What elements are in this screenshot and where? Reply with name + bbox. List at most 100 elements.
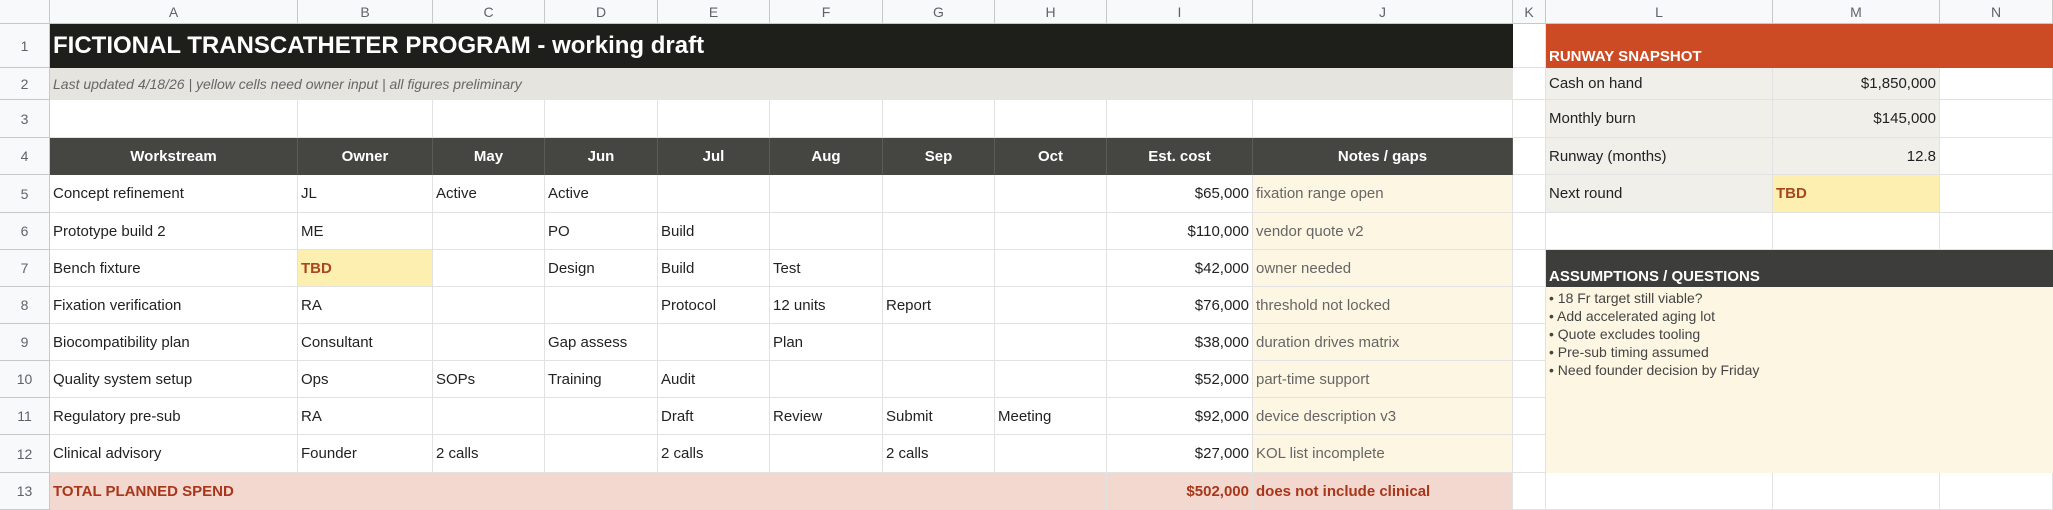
row-header-8[interactable]: 8 — [0, 287, 50, 324]
grid-cell[interactable] — [1513, 100, 1546, 138]
column-header-k[interactable]: K — [1513, 0, 1546, 24]
column-header-j[interactable]: J — [1253, 0, 1513, 24]
table-header-notes-gaps[interactable]: Notes / gaps — [1253, 138, 1513, 175]
table-cell[interactable] — [770, 435, 883, 473]
column-header-g[interactable]: G — [883, 0, 995, 24]
table-cell[interactable]: $65,000 — [1107, 175, 1253, 213]
grid-cell[interactable] — [1513, 213, 1546, 250]
page-title[interactable]: FICTIONAL TRANSCATHETER PROGRAM - workin… — [50, 24, 1513, 68]
table-header-oct[interactable]: Oct — [995, 138, 1107, 175]
table-cell[interactable] — [545, 287, 658, 324]
total-label-cell[interactable]: TOTAL PLANNED SPEND — [50, 473, 1107, 510]
table-cell[interactable] — [658, 324, 770, 361]
column-header-m[interactable]: M — [1773, 0, 1940, 24]
table-cell[interactable]: Founder — [298, 435, 433, 473]
table-cell[interactable]: Build — [658, 250, 770, 287]
table-cell[interactable]: $92,000 — [1107, 398, 1253, 435]
table-cell[interactable] — [545, 398, 658, 435]
table-cell[interactable]: Review — [770, 398, 883, 435]
grid-cell[interactable] — [1513, 287, 1546, 324]
table-header-est-cost[interactable]: Est. cost — [1107, 138, 1253, 175]
table-cell[interactable]: Bench fixture — [50, 250, 298, 287]
assumptions-title[interactable]: ASSUMPTIONS / QUESTIONS — [1546, 250, 2053, 287]
table-header-aug[interactable]: Aug — [770, 138, 883, 175]
row-header-7[interactable]: 7 — [0, 250, 50, 287]
grid-cell[interactable] — [1513, 361, 1546, 398]
table-cell[interactable] — [995, 250, 1107, 287]
table-cell[interactable]: SOPs — [433, 361, 545, 398]
grid-cell[interactable] — [1940, 138, 2053, 175]
table-cell[interactable]: 12 units — [770, 287, 883, 324]
table-cell[interactable]: 2 calls — [883, 435, 995, 473]
table-cell[interactable] — [883, 324, 995, 361]
runway-value[interactable]: TBD — [1773, 175, 1940, 213]
row-header-1[interactable]: 1 — [0, 24, 50, 68]
table-cell[interactable]: Design — [545, 250, 658, 287]
grid-cell[interactable] — [1546, 473, 1773, 510]
table-cell[interactable] — [995, 324, 1107, 361]
table-cell[interactable]: owner needed — [1253, 250, 1513, 287]
grid-cell[interactable] — [1940, 213, 2053, 250]
grid-cell[interactable] — [658, 100, 770, 138]
table-cell[interactable] — [883, 175, 995, 213]
table-cell[interactable]: $27,000 — [1107, 435, 1253, 473]
table-cell[interactable]: 2 calls — [433, 435, 545, 473]
row-header-12[interactable]: 12 — [0, 435, 50, 473]
table-cell[interactable] — [770, 361, 883, 398]
table-cell[interactable]: Training — [545, 361, 658, 398]
table-cell[interactable]: Prototype build 2 — [50, 213, 298, 250]
row-header-5[interactable]: 5 — [0, 175, 50, 213]
table-cell[interactable] — [770, 175, 883, 213]
grid-cell[interactable] — [1513, 68, 1546, 100]
table-cell[interactable]: Meeting — [995, 398, 1107, 435]
table-cell[interactable]: $52,000 — [1107, 361, 1253, 398]
table-cell[interactable]: threshold not locked — [1253, 287, 1513, 324]
column-header-b[interactable]: B — [298, 0, 433, 24]
table-cell[interactable]: RA — [298, 398, 433, 435]
row-header-13[interactable]: 13 — [0, 473, 50, 510]
table-cell[interactable]: Gap assess — [545, 324, 658, 361]
table-cell[interactable]: Clinical advisory — [50, 435, 298, 473]
table-cell[interactable]: $38,000 — [1107, 324, 1253, 361]
row-header-11[interactable]: 11 — [0, 398, 50, 435]
row-header-10[interactable]: 10 — [0, 361, 50, 398]
table-cell[interactable]: Fixation verification — [50, 287, 298, 324]
table-cell[interactable]: $76,000 — [1107, 287, 1253, 324]
table-cell[interactable]: ME — [298, 213, 433, 250]
grid-cell[interactable] — [1513, 473, 1546, 510]
table-cell[interactable] — [995, 213, 1107, 250]
table-cell[interactable] — [995, 175, 1107, 213]
table-cell[interactable]: JL — [298, 175, 433, 213]
table-cell[interactable]: Audit — [658, 361, 770, 398]
grid-cell[interactable] — [298, 100, 433, 138]
grid-cell[interactable] — [1513, 398, 1546, 435]
row-header-2[interactable]: 2 — [0, 68, 50, 100]
grid-cell[interactable] — [1513, 324, 1546, 361]
table-header-jun[interactable]: Jun — [545, 138, 658, 175]
row-header-6[interactable]: 6 — [0, 213, 50, 250]
table-cell[interactable] — [770, 213, 883, 250]
table-cell[interactable]: Regulatory pre-sub — [50, 398, 298, 435]
table-cell[interactable] — [433, 213, 545, 250]
subtitle-note[interactable]: Last updated 4/18/26 | yellow cells need… — [50, 68, 1513, 100]
table-cell[interactable]: Consultant — [298, 324, 433, 361]
column-header-n[interactable]: N — [1940, 0, 2053, 24]
grid-cell[interactable] — [433, 100, 545, 138]
table-cell[interactable]: vendor quote v2 — [1253, 213, 1513, 250]
grid-cell[interactable] — [1940, 100, 2053, 138]
grid-cell[interactable] — [1513, 435, 1546, 473]
table-cell[interactable] — [433, 250, 545, 287]
grid-cell[interactable] — [1940, 175, 2053, 213]
grid-cell[interactable] — [1513, 175, 1546, 213]
table-cell[interactable]: Biocompatibility plan — [50, 324, 298, 361]
table-cell[interactable]: duration drives matrix — [1253, 324, 1513, 361]
total-note-cell[interactable]: does not include clinical — [1253, 473, 1513, 510]
table-cell[interactable]: Active — [433, 175, 545, 213]
grid-cell[interactable] — [1513, 250, 1546, 287]
table-cell[interactable]: Test — [770, 250, 883, 287]
runway-value[interactable]: $1,850,000 — [1773, 68, 1940, 100]
grid-cell[interactable] — [1107, 100, 1253, 138]
table-cell[interactable] — [433, 324, 545, 361]
table-header-owner[interactable]: Owner — [298, 138, 433, 175]
runway-value[interactable]: 12.8 — [1773, 138, 1940, 175]
